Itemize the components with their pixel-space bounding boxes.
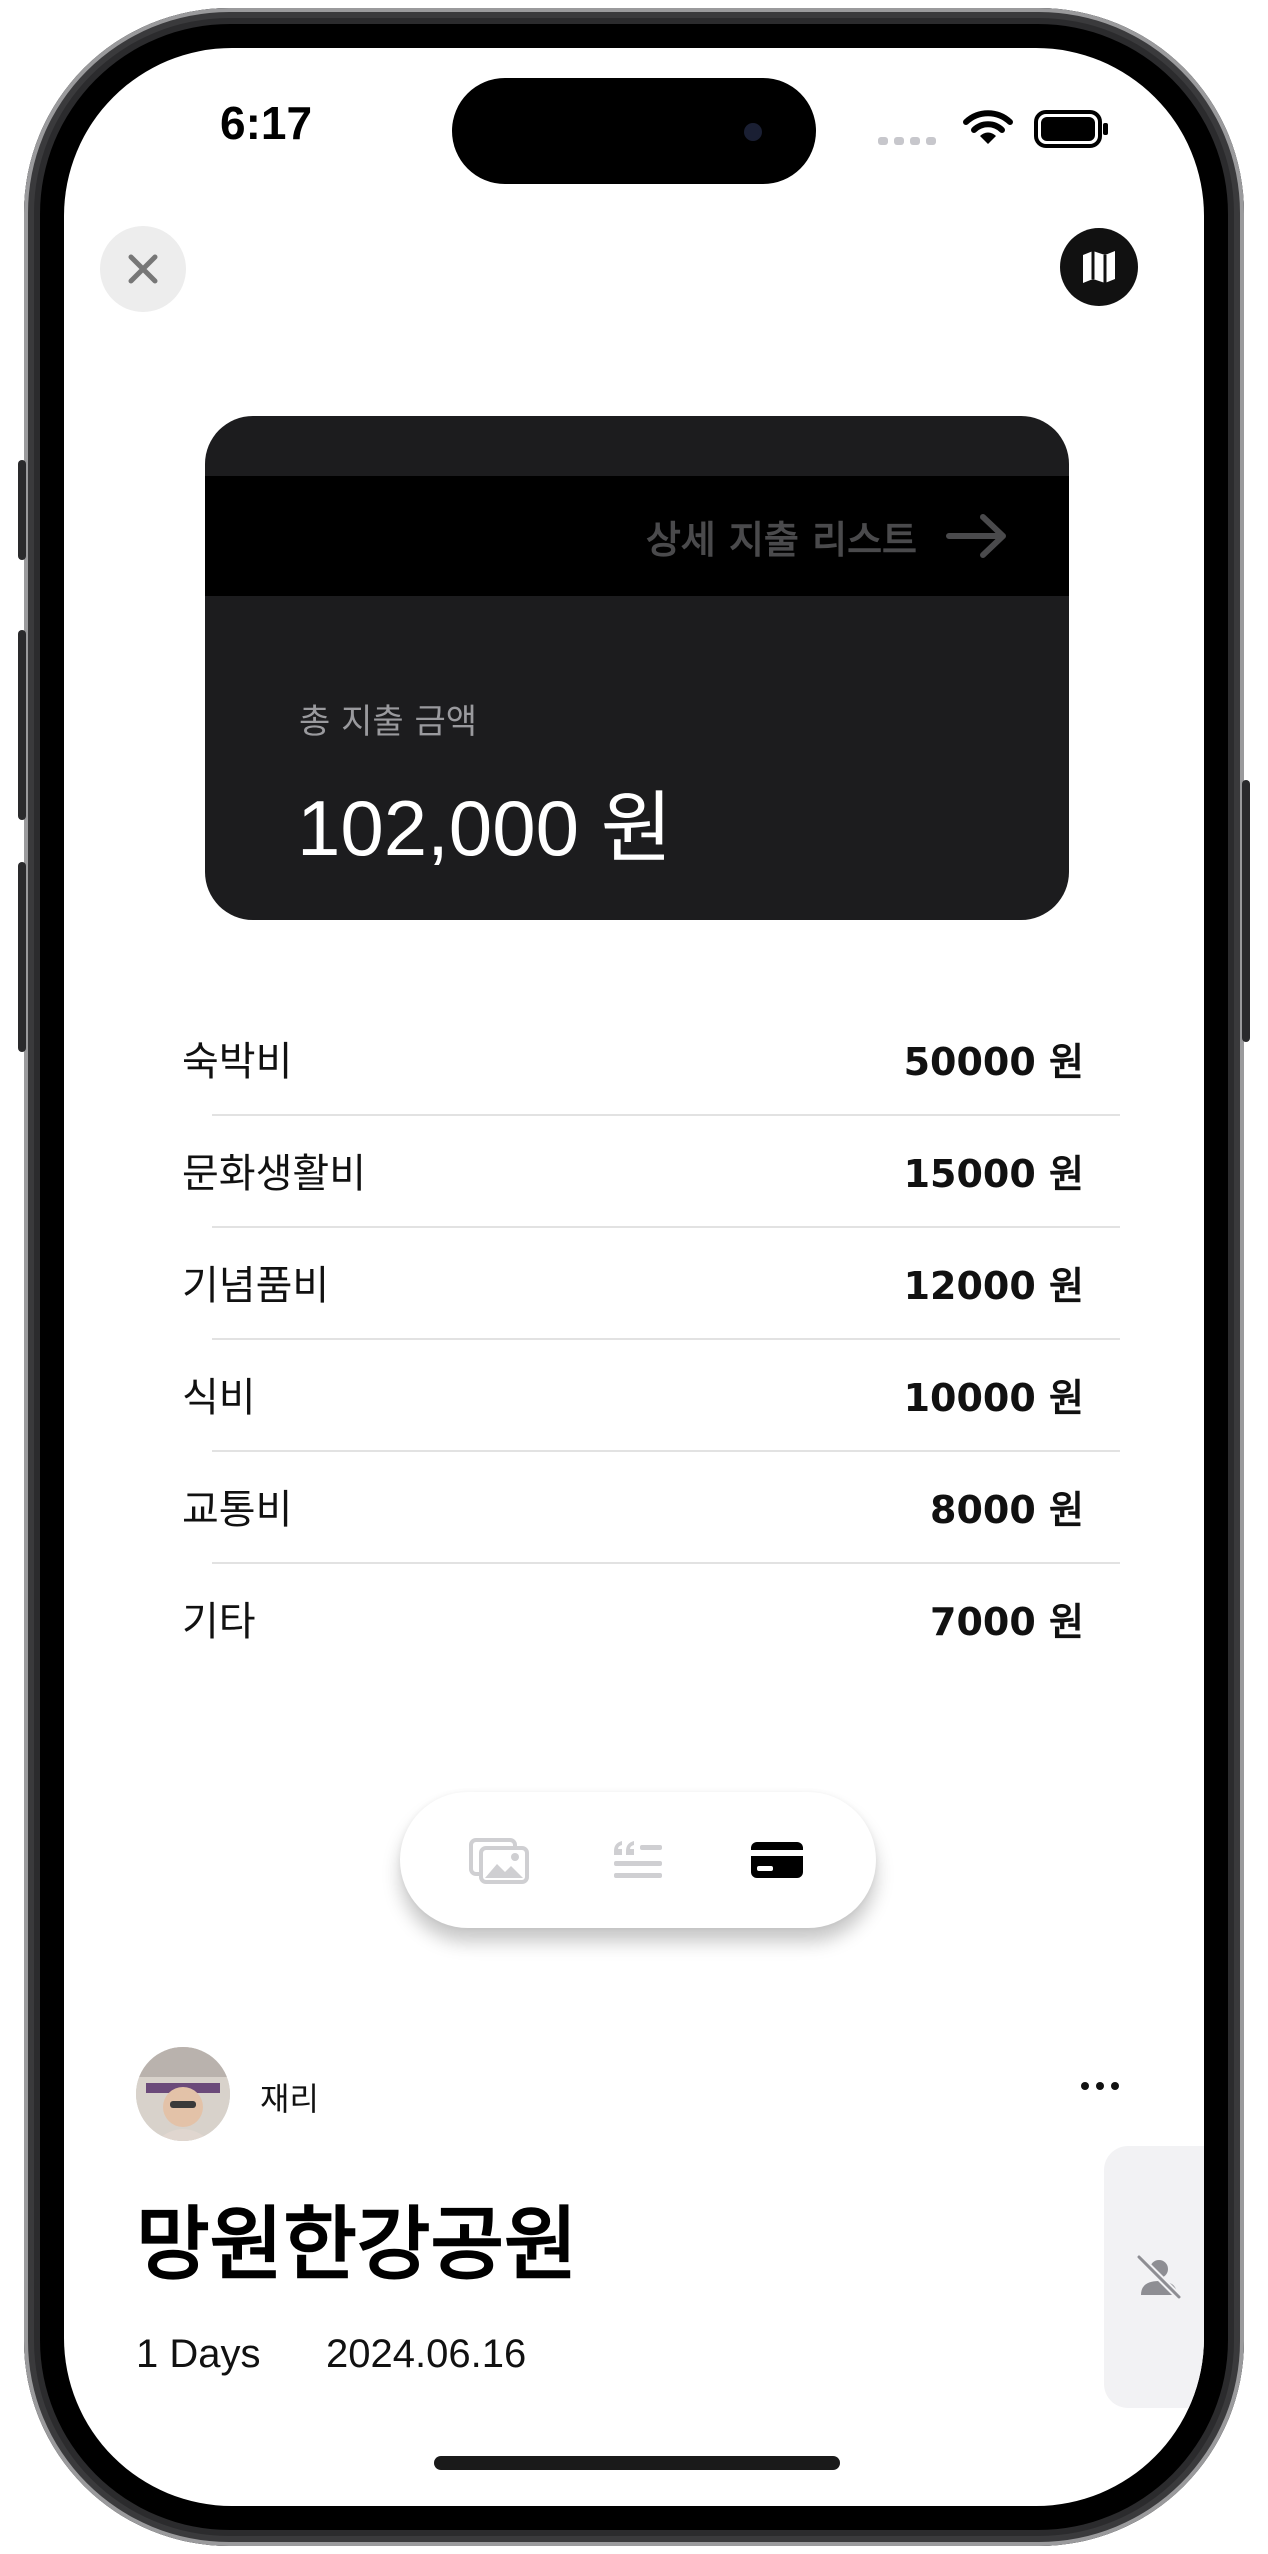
expense-amount: 7000 원 xyxy=(930,1599,1084,1644)
close-icon xyxy=(128,254,158,284)
hide-author-tab[interactable] xyxy=(1104,2146,1204,2408)
expense-row: 숙박비 50000 원 xyxy=(182,1002,1090,1114)
photos-icon xyxy=(469,1838,530,1884)
trip-title: 망원한강공원 xyxy=(136,2198,578,2291)
expense-row: 식비 10000 원 xyxy=(182,1338,1090,1450)
expense-amount: 12000 원 xyxy=(903,1263,1084,1308)
expense-category: 교통비 xyxy=(182,1487,293,1533)
expense-amount: 8000 원 xyxy=(930,1487,1084,1532)
more-icon-dot xyxy=(1096,2082,1104,2090)
expense-category: 문화생활비 xyxy=(182,1151,366,1197)
screen: 6:17 상세 지출 리스트 총 지출 금액 102,000 원 숙박비 500… xyxy=(64,48,1204,2506)
expense-row: 기타 7000 원 xyxy=(182,1562,1090,1674)
close-button[interactable] xyxy=(100,226,186,312)
expense-category: 기타 xyxy=(182,1599,256,1645)
status-time: 6:17 xyxy=(220,97,313,149)
total-expense-label: 총 지출 금액 xyxy=(299,702,478,742)
expense-summary-card: 상세 지출 리스트 총 지출 금액 102,000 원 xyxy=(205,416,1069,920)
volume-down-button xyxy=(18,862,26,1052)
more-icon xyxy=(1081,2082,1089,2090)
volume-up-button xyxy=(18,630,26,820)
more-icon-dot xyxy=(1111,2082,1119,2090)
power-button xyxy=(1242,780,1250,1042)
expense-amount: 50000 원 xyxy=(903,1039,1084,1084)
expense-row: 기념품비 12000 원 xyxy=(182,1226,1090,1338)
trip-duration: 1 Days xyxy=(136,2332,261,2376)
quote-icon xyxy=(613,1841,662,1878)
mute-switch xyxy=(18,460,26,560)
expense-row: 문화생활비 15000 원 xyxy=(182,1114,1090,1226)
avatar-photo xyxy=(136,2047,230,2141)
expense-row: 교통비 8000 원 xyxy=(182,1450,1090,1562)
expense-category: 기념품비 xyxy=(182,1263,330,1309)
map-icon xyxy=(1083,251,1115,283)
expense-amount: 15000 원 xyxy=(903,1151,1084,1196)
avatar[interactable] xyxy=(136,2047,230,2141)
detail-link-label: 상세 지출 리스트 xyxy=(645,517,917,562)
home-indicator[interactable] xyxy=(434,2456,840,2470)
segment-quotes[interactable] xyxy=(593,1825,683,1895)
segment-expenses[interactable] xyxy=(732,1825,822,1895)
expense-category: 식비 xyxy=(182,1375,256,1421)
more-options-button[interactable] xyxy=(1070,2066,1130,2106)
map-button[interactable] xyxy=(1060,228,1138,306)
front-camera xyxy=(744,123,762,141)
detail-expense-list-link[interactable]: 상세 지출 리스트 xyxy=(646,476,1009,596)
cellular-signal-icon xyxy=(878,132,938,151)
expense-amount: 10000 원 xyxy=(903,1375,1084,1420)
trip-date: 2024.06.16 xyxy=(326,2332,527,2376)
total-expense-value: 102,000 원 xyxy=(297,784,673,872)
view-mode-segment xyxy=(400,1792,876,1928)
card-icon xyxy=(750,1842,803,1878)
author-name[interactable]: 재리 xyxy=(260,2074,319,2120)
arrow-right-icon xyxy=(946,514,1006,558)
battery-icon xyxy=(1034,110,1110,154)
wifi-icon xyxy=(962,108,1014,152)
expense-category: 숙박비 xyxy=(182,1039,293,1085)
person-slash-icon xyxy=(1136,2254,1182,2300)
segment-photos[interactable] xyxy=(454,1825,544,1895)
